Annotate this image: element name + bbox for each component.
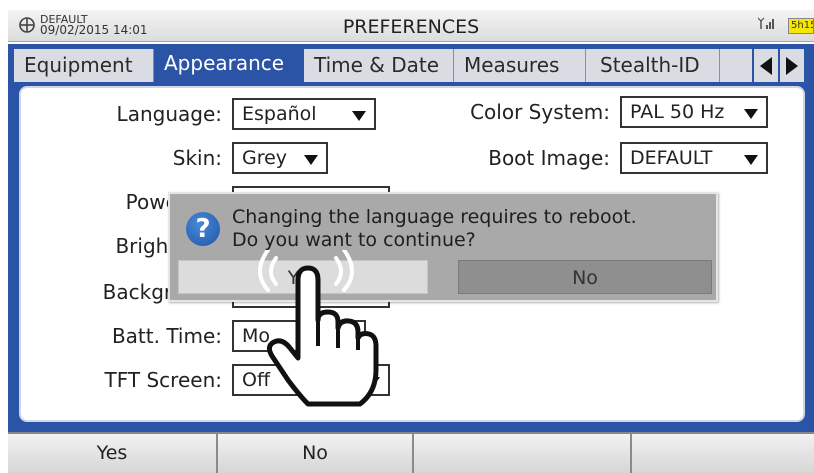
tab-stealth-id[interactable]: Stealth-ID	[586, 49, 720, 82]
page-title: PREFERENCES	[342, 16, 480, 38]
antenna-signal-icon	[758, 17, 774, 29]
skin-label: Skin:	[172, 146, 222, 170]
dialog-line-1: Changing the language requires to reboot…	[232, 206, 637, 228]
tab-time-date[interactable]: Time & Date	[304, 49, 454, 82]
chevron-down-icon	[744, 155, 758, 165]
dialog-no-button[interactable]: No	[458, 260, 712, 294]
status-bar: DEFAULT 09/02/2015 14:01 PREFERENCES 5h1…	[8, 10, 814, 42]
dialog-line-2: Do you want to continue?	[232, 229, 476, 251]
color-system-value: PAL 50 Hz	[630, 101, 725, 123]
tab-measures[interactable]: Measures	[454, 49, 586, 82]
softkey-no[interactable]: No	[218, 434, 414, 473]
language-select[interactable]: Español	[232, 98, 376, 130]
chevron-down-icon	[352, 111, 366, 121]
tft-screen-label: TFT Screen:	[104, 368, 222, 392]
chevron-down-icon	[304, 155, 318, 165]
tab-bar: Equipment Appearance Time & Date Measure…	[8, 44, 814, 82]
batt-time-label: Batt. Time:	[111, 324, 222, 348]
color-system-label: Color System:	[470, 100, 610, 124]
arrow-left-icon	[760, 56, 772, 75]
question-icon: ?	[186, 212, 220, 246]
boot-image-label: Boot Image:	[488, 146, 610, 170]
tap-hand-icon	[258, 250, 379, 407]
softkey-bar: Yes No	[8, 432, 814, 473]
battery-indicator: 5h15	[788, 18, 814, 34]
skin-select[interactable]: Grey	[232, 142, 328, 174]
chevron-down-icon	[744, 109, 758, 119]
language-label: Language:	[116, 102, 222, 126]
tab-appearance[interactable]: Appearance	[154, 47, 304, 80]
arrow-right-icon	[786, 56, 798, 75]
tab-overflow	[720, 49, 752, 82]
dialog-message: Changing the language requires to reboot…	[232, 206, 637, 252]
boot-image-select[interactable]: DEFAULT	[620, 142, 768, 174]
softkey-3[interactable]	[414, 434, 632, 473]
softkey-4[interactable]	[632, 434, 814, 473]
softkey-yes[interactable]: Yes	[8, 434, 218, 473]
language-value: Español	[242, 103, 317, 125]
tab-equipment[interactable]: Equipment	[14, 49, 154, 82]
tab-scroll-left-button[interactable]	[754, 49, 778, 82]
boot-image-value: DEFAULT	[630, 147, 713, 169]
tab-scroll-right-button[interactable]	[780, 49, 804, 82]
skin-value: Grey	[242, 147, 288, 169]
color-system-select[interactable]: PAL 50 Hz	[620, 96, 768, 128]
